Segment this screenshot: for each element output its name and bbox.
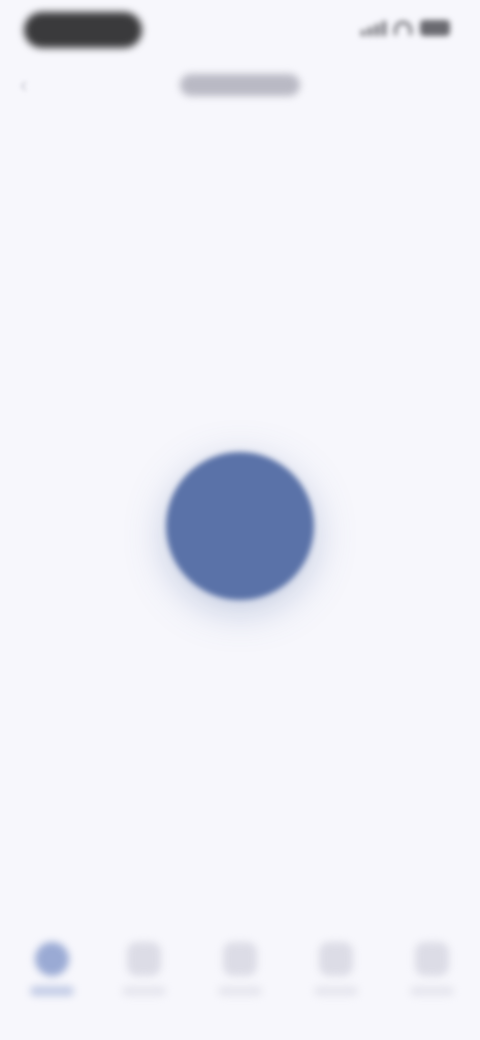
page-title [180,74,300,96]
calendar-icon [127,942,161,976]
more-icon [415,942,449,976]
status-time [24,12,142,48]
tab-calendar[interactable] [116,942,172,1012]
status-bar [0,0,480,60]
status-icons [361,20,450,36]
profile-icon [319,942,353,976]
heart-icon [223,942,257,976]
center-action-button[interactable] [166,452,314,600]
tab-home[interactable] [24,942,80,1012]
bottom-tab-bar [0,920,480,1040]
signal-icon [361,20,386,36]
header: ‹ [0,60,480,116]
back-icon[interactable]: ‹ [20,72,34,98]
battery-icon [420,20,450,36]
tab-label [122,986,166,996]
home-icon [35,942,69,976]
tab-label [30,986,74,996]
tab-label [314,986,358,996]
app-screen: ‹ [0,0,480,1040]
tab-label [410,986,454,996]
tab-label [218,986,262,996]
wifi-icon [394,21,412,35]
tab-more[interactable] [404,942,460,1012]
tab-profile[interactable] [308,942,364,1012]
tab-heart[interactable] [212,942,268,1012]
